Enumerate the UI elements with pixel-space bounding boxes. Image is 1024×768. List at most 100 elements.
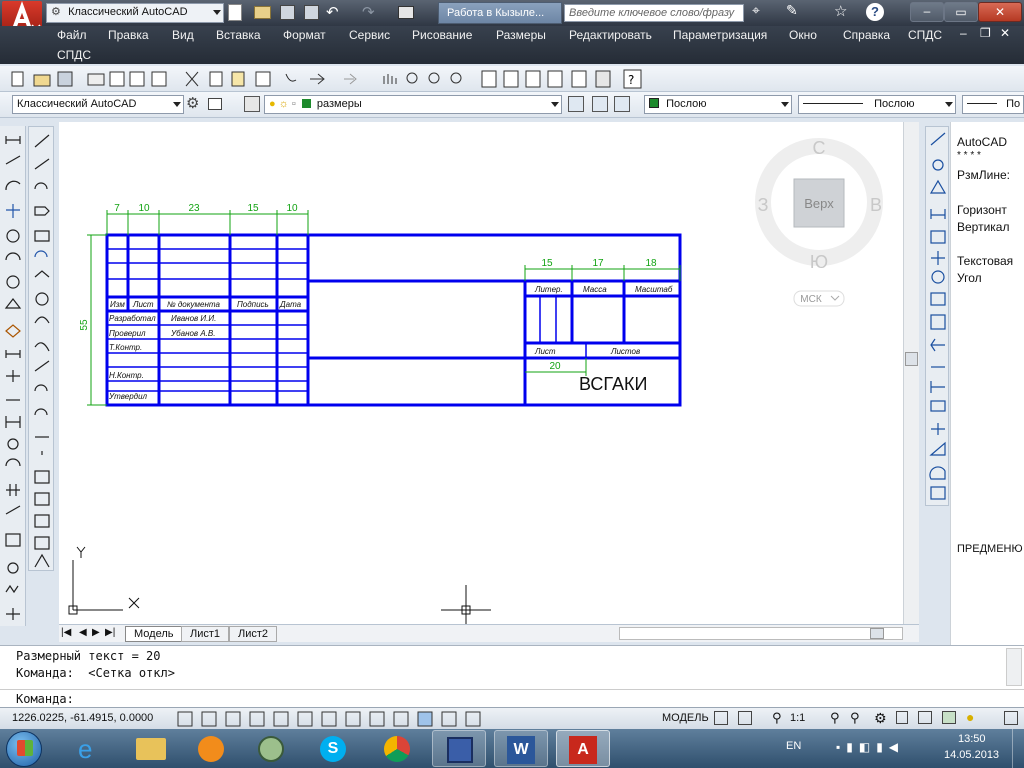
- redo-icon[interactable]: ↷: [362, 3, 375, 21]
- layer-state-icon[interactable]: [614, 96, 630, 112]
- undo-icon[interactable]: ↶: [326, 3, 339, 21]
- tray-icons[interactable]: ▪▮◧▮◀: [836, 740, 904, 754]
- menu-item-view[interactable]: Вид: [172, 28, 194, 42]
- taskbar-explorer[interactable]: [124, 730, 178, 767]
- menu-item-spds-row2[interactable]: СПДС: [57, 48, 91, 62]
- taskbar-word[interactable]: W: [494, 730, 548, 767]
- vertical-scrollbar[interactable]: [903, 122, 919, 624]
- hscroll-thumb[interactable]: [870, 628, 884, 639]
- annotation-auto-icon[interactable]: ⚲: [850, 710, 860, 726]
- doc-minimize-button[interactable]: –: [960, 26, 967, 40]
- layout-icon-2[interactable]: [738, 711, 752, 725]
- taskbar-save[interactable]: [432, 730, 486, 767]
- viewcube-top[interactable]: Верх: [804, 196, 834, 211]
- drawing-canvas[interactable]: Верх С Ю В З МСК 7 10 23 15 10 55 15 17 …: [59, 122, 903, 624]
- viewcube-north[interactable]: С: [813, 138, 826, 158]
- menu-item-edit[interactable]: Правка: [108, 28, 149, 42]
- menu-item-spds[interactable]: СПДС: [908, 28, 942, 42]
- clock-date[interactable]: 14.05.2013: [944, 749, 999, 761]
- close-button[interactable]: ✕: [978, 2, 1022, 22]
- tools-icon[interactable]: ✎: [786, 2, 798, 19]
- bulb-icon[interactable]: ●: [966, 709, 974, 725]
- tab-nav-prev[interactable]: ◀: [79, 627, 87, 638]
- tab-nav-next[interactable]: ▶: [92, 627, 100, 638]
- menu-item-help[interactable]: Справка: [843, 28, 890, 42]
- viewcube[interactable]: Верх С Ю В З МСК: [755, 138, 883, 307]
- lineweight-combo[interactable]: По: [962, 95, 1024, 114]
- menu-item-draw[interactable]: Рисование: [412, 28, 472, 42]
- isolate-icon[interactable]: [942, 711, 956, 724]
- saveas-icon[interactable]: [304, 5, 319, 20]
- tab-nav-last[interactable]: ▶|: [105, 627, 115, 638]
- start-button[interactable]: [6, 731, 42, 767]
- viewcube-west[interactable]: З: [758, 195, 769, 215]
- menu-item-window[interactable]: Окно: [789, 28, 817, 42]
- ucs-icon: [68, 546, 140, 615]
- new-icon[interactable]: [228, 4, 242, 21]
- layer-combo[interactable]: ● ☼ ▫ размеры: [264, 95, 562, 114]
- taskbar-app4[interactable]: [244, 730, 298, 767]
- tab-model[interactable]: Модель: [125, 626, 183, 642]
- doc-close-button[interactable]: ✕: [1000, 26, 1010, 40]
- binoculars-icon[interactable]: ⌖: [752, 2, 760, 19]
- scroll-thumb[interactable]: [905, 352, 918, 366]
- hardware-icon[interactable]: [918, 711, 932, 724]
- taskbar-autocad[interactable]: A: [556, 730, 610, 767]
- layer-iso-icon[interactable]: [592, 96, 608, 112]
- help-icon[interactable]: ?: [866, 3, 884, 21]
- annotation-scale-icon[interactable]: ⚲: [772, 710, 782, 726]
- workspace-combo[interactable]: Классический AutoCAD: [12, 95, 184, 114]
- drafting-toggles[interactable]: [176, 710, 486, 728]
- viewcube-ucs[interactable]: МСК: [800, 294, 822, 305]
- layer-manager-icon[interactable]: [244, 96, 260, 112]
- open-icon[interactable]: [254, 6, 271, 19]
- maximize-button[interactable]: ▭: [944, 2, 978, 22]
- menu-item-file[interactable]: Файл: [57, 28, 87, 42]
- gear-icon[interactable]: ⚙: [186, 94, 199, 112]
- command-input[interactable]: Команда:: [0, 689, 1024, 707]
- clock-time[interactable]: 13:50: [958, 733, 986, 745]
- floppy-icon: [447, 737, 473, 763]
- viewcube-south[interactable]: Ю: [810, 252, 828, 272]
- lock-icon[interactable]: [896, 711, 908, 724]
- menu-item-format[interactable]: Формат: [283, 28, 326, 42]
- menu-item-insert[interactable]: Вставка: [216, 28, 261, 42]
- model-toggle[interactable]: МОДЕЛЬ: [662, 712, 709, 724]
- search-input[interactable]: Введите ключевое слово/фразу: [564, 4, 744, 22]
- listov-label: Листов: [610, 347, 640, 356]
- save-icon[interactable]: [280, 5, 295, 20]
- workspace-menu-icon[interactable]: [208, 98, 222, 110]
- workspace-gear-icon[interactable]: ⚙: [874, 710, 887, 727]
- show-desktop-button[interactable]: [1012, 729, 1024, 768]
- color-combo[interactable]: Послою: [644, 95, 792, 114]
- menu-item-modify[interactable]: Редактировать: [569, 28, 652, 42]
- clean-screen-icon[interactable]: [1004, 711, 1018, 725]
- viewcube-east[interactable]: В: [870, 195, 882, 215]
- star-icon[interactable]: ☆: [834, 2, 847, 20]
- language-indicator[interactable]: EN: [786, 740, 801, 752]
- tab-sheet1[interactable]: Лист1: [181, 626, 230, 642]
- layer-previous-icon[interactable]: [568, 96, 584, 112]
- doc-restore-button[interactable]: ❐: [980, 26, 991, 40]
- taskbar-ie[interactable]: e: [64, 730, 118, 767]
- menu-item-parametric[interactable]: Параметризация: [673, 28, 767, 42]
- layout-icon-1[interactable]: [714, 711, 728, 725]
- annotation-visibility-icon[interactable]: ⚲: [830, 710, 840, 726]
- minimize-button[interactable]: –: [910, 2, 944, 22]
- tab-nav-first[interactable]: |◀: [61, 627, 71, 638]
- document-tab[interactable]: Работа в Кызыле...: [438, 2, 562, 24]
- command-scrollbar[interactable]: [1006, 648, 1022, 686]
- linetype-combo[interactable]: Послою: [798, 95, 956, 114]
- annotation-scale[interactable]: 1:1: [790, 712, 805, 724]
- panel-line5: Вертикал: [957, 220, 1010, 234]
- workspace-select[interactable]: ⚙ Классический AutoCAD: [46, 3, 224, 23]
- plot-icon[interactable]: [398, 6, 414, 19]
- taskbar-skype[interactable]: S: [306, 730, 360, 767]
- taskbar-chrome[interactable]: [370, 730, 424, 767]
- taskbar-media[interactable]: [184, 730, 238, 767]
- menu-item-tools[interactable]: Сервис: [349, 28, 390, 42]
- coordinates-readout[interactable]: 1226.0225, -61.4915, 0.0000: [12, 712, 153, 724]
- horizontal-scrollbar[interactable]: [619, 627, 903, 640]
- tab-sheet2[interactable]: Лист2: [229, 626, 278, 642]
- menu-item-dimensions[interactable]: Размеры: [496, 28, 546, 42]
